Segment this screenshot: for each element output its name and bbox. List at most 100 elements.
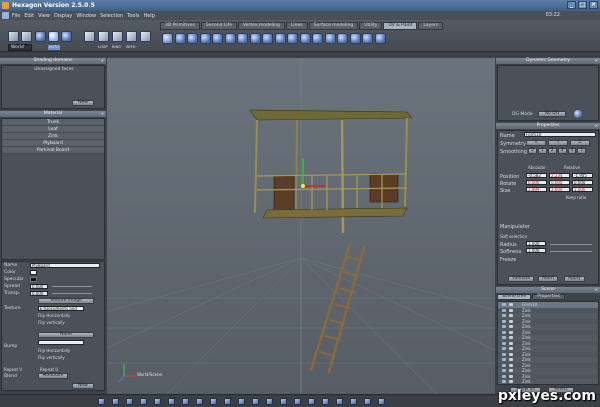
apply-button[interactable]: Apply bbox=[564, 276, 585, 282]
absolute-option[interactable]: Absolute bbox=[528, 165, 545, 170]
symmetry-x-button[interactable]: X bbox=[526, 140, 546, 146]
lock-icon[interactable] bbox=[509, 314, 513, 317]
space-select[interactable]: World bbox=[8, 44, 32, 51]
fill-icon[interactable] bbox=[262, 33, 273, 44]
redo-icon[interactable] bbox=[336, 398, 343, 405]
dg-settings-icon[interactable] bbox=[574, 110, 582, 118]
texture-type-select[interactable]: Texture image bbox=[38, 298, 94, 304]
lock-icon[interactable] bbox=[509, 380, 513, 383]
menu-file[interactable]: File bbox=[12, 13, 20, 19]
object-name-field[interactable]: Form10 bbox=[524, 132, 596, 137]
tab-layers[interactable]: Layers bbox=[418, 22, 444, 30]
repeat-u-option[interactable]: Repeat U bbox=[40, 367, 58, 372]
close-icon[interactable]: × bbox=[101, 111, 104, 117]
smoothing-level-3[interactable]: 3 bbox=[557, 148, 567, 154]
list-item[interactable]: Unassigned faces bbox=[2, 66, 104, 73]
blend-select[interactable]: Modulate bbox=[38, 373, 68, 379]
freeze-label[interactable]: Freeze bbox=[500, 257, 516, 263]
lock-icon[interactable] bbox=[509, 319, 513, 323]
edge-mode-icon[interactable] bbox=[98, 31, 109, 42]
visibility-icon[interactable] bbox=[502, 308, 506, 312]
visibility-icon[interactable] bbox=[502, 319, 506, 323]
visibility-icon[interactable] bbox=[502, 325, 506, 328]
view-persp-icon[interactable] bbox=[140, 398, 147, 405]
symmetry-y-button[interactable]: Y bbox=[548, 140, 568, 146]
texture-icon[interactable] bbox=[294, 398, 301, 405]
material-item-zink[interactable]: Zink bbox=[2, 133, 104, 140]
size-y-field[interactable]: 2.000 bbox=[549, 187, 570, 192]
auto-mode-icon[interactable] bbox=[140, 31, 151, 42]
table-row[interactable]: Zink bbox=[498, 379, 598, 384]
tab-3d-primitives[interactable]: 3D Primitives bbox=[160, 22, 200, 30]
smoothing-level-5[interactable]: 5 bbox=[577, 148, 587, 154]
bump-flip-vertically-option[interactable]: Flip vertically bbox=[38, 355, 65, 360]
close-icon[interactable]: × bbox=[595, 123, 598, 129]
move-icon[interactable] bbox=[35, 31, 46, 42]
shading-icon[interactable] bbox=[266, 398, 273, 405]
rotate-y-field[interactable]: 0.000 bbox=[549, 180, 570, 185]
uv-cube-icon[interactable] bbox=[174, 33, 186, 44]
wire-icon[interactable] bbox=[280, 398, 287, 405]
soft-selection-option[interactable]: Soft selection bbox=[500, 234, 527, 239]
lock-icon[interactable] bbox=[509, 308, 513, 312]
uv-box-icon[interactable] bbox=[212, 33, 223, 44]
hand-icon[interactable] bbox=[299, 33, 311, 44]
visibility-icon[interactable] bbox=[502, 369, 506, 372]
lock-icon[interactable] bbox=[509, 363, 513, 367]
material-item-leaf[interactable]: Leaf bbox=[2, 126, 104, 133]
lock-icon[interactable] bbox=[509, 358, 513, 361]
ring-label[interactable]: RING bbox=[112, 45, 121, 50]
keep-ratio-option[interactable]: Keep ratio bbox=[566, 195, 586, 200]
radius-field[interactable]: 1.000 bbox=[526, 241, 546, 246]
lock-icon[interactable] bbox=[509, 374, 513, 378]
position-z-field[interactable]: -1.905 bbox=[572, 173, 593, 178]
visibility-icon[interactable] bbox=[502, 374, 506, 378]
spread-slider[interactable] bbox=[52, 286, 92, 287]
perspective-viewport[interactable]: Perspective view bbox=[107, 58, 495, 394]
minimize-button[interactable]: _ bbox=[567, 1, 576, 9]
zoom-icon[interactable] bbox=[168, 398, 175, 405]
render-icon[interactable] bbox=[210, 398, 217, 405]
visibility-icon[interactable] bbox=[502, 352, 506, 356]
smudge-icon[interactable] bbox=[237, 33, 248, 44]
texture-path-field[interactable]: E:\Documents and bbox=[38, 306, 84, 311]
select-arrow-icon[interactable] bbox=[8, 31, 19, 42]
close-button[interactable]: × bbox=[589, 1, 598, 9]
flip-horizontally-option[interactable]: Flip Horizontally bbox=[38, 313, 70, 318]
view-front-icon[interactable] bbox=[98, 398, 105, 405]
symmetry-z-button[interactable]: Z bbox=[570, 140, 590, 146]
uv-view-icon[interactable] bbox=[308, 398, 315, 405]
uv-plane-icon[interactable] bbox=[199, 33, 211, 44]
rotate-icon[interactable] bbox=[48, 31, 59, 42]
manipulator-label[interactable]: Manipulator bbox=[500, 224, 530, 230]
measure-icon[interactable] bbox=[350, 398, 357, 405]
tab-surface-modeling[interactable]: Surface modeling bbox=[308, 22, 359, 30]
smoothing-level-2[interactable]: 2 bbox=[547, 148, 557, 154]
menu-selection[interactable]: Selection bbox=[100, 13, 123, 19]
lock-icon[interactable] bbox=[509, 336, 513, 339]
clone-icon[interactable] bbox=[249, 33, 261, 44]
visibility-icon[interactable] bbox=[502, 314, 506, 317]
visibility-icon[interactable] bbox=[502, 330, 506, 334]
loop-label[interactable]: LOOP bbox=[98, 45, 107, 50]
menu-help[interactable]: Help bbox=[143, 13, 154, 19]
lock-icon[interactable] bbox=[509, 352, 513, 356]
menu-display[interactable]: Display bbox=[54, 13, 72, 19]
orbit-icon[interactable] bbox=[196, 398, 203, 405]
repeat-v-option[interactable]: Repeat V bbox=[4, 367, 22, 372]
visibility-icon[interactable] bbox=[502, 380, 506, 383]
smooth-icon[interactable] bbox=[362, 33, 373, 44]
close-icon[interactable]: × bbox=[595, 58, 598, 64]
blur-icon[interactable] bbox=[324, 33, 336, 44]
tab-utility[interactable]: Utility bbox=[359, 22, 383, 30]
softness-field[interactable]: 1.000 bbox=[526, 248, 546, 253]
size-z-field[interactable]: 1.000 bbox=[572, 187, 593, 192]
menu-window[interactable]: Window bbox=[76, 13, 96, 19]
bump-flip-horizontally-option[interactable]: Flip Horizontally bbox=[38, 348, 70, 353]
validate-button[interactable]: Validate bbox=[508, 276, 535, 282]
material-name-field[interactable]: PlyBoard bbox=[30, 263, 100, 268]
tab-scene-properties[interactable]: Properties bbox=[532, 294, 565, 300]
rotate-z-field[interactable]: 0.000 bbox=[572, 180, 593, 185]
vertex-mode-icon[interactable] bbox=[84, 31, 95, 42]
abort-button[interactable]: Abort bbox=[538, 276, 559, 282]
